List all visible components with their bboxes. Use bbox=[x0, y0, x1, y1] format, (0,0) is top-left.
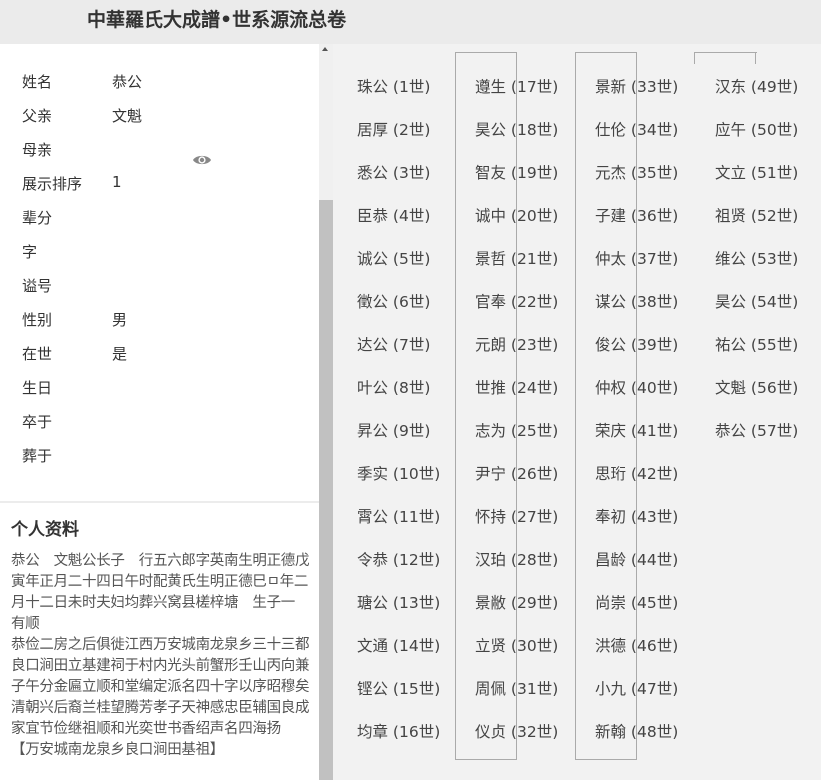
generation-link[interactable]: 叶公 (8世) bbox=[357, 376, 430, 398]
generation-link[interactable]: 官奉 (22世) bbox=[475, 290, 558, 312]
scroll-up-arrow-icon[interactable] bbox=[322, 47, 328, 51]
generation-link[interactable]: 仲太 (37世) bbox=[595, 247, 678, 269]
field-value: 恭公 bbox=[112, 73, 143, 91]
eye-icon[interactable] bbox=[192, 153, 212, 167]
generation-link[interactable]: 元朗 (23世) bbox=[475, 333, 558, 355]
field-label: 卒于 bbox=[22, 413, 53, 431]
generation-link[interactable]: 怀持 (27世) bbox=[475, 505, 558, 527]
generation-link[interactable]: 应午 (50世) bbox=[715, 118, 798, 140]
generation-link[interactable]: 思珩 (42世) bbox=[595, 462, 678, 484]
generation-link[interactable]: 小九 (47世) bbox=[595, 677, 678, 699]
generation-link[interactable]: 尹宁 (26世) bbox=[475, 462, 558, 484]
generation-link[interactable]: 文魁 (56世) bbox=[715, 376, 798, 398]
generation-link[interactable]: 祖贤 (52世) bbox=[715, 204, 798, 226]
field-label: 在世 bbox=[22, 345, 53, 363]
generation-link[interactable]: 仲权 (40世) bbox=[595, 376, 678, 398]
generation-link[interactable]: 景哲 (21世) bbox=[475, 247, 558, 269]
generation-link[interactable]: 珠公 (1世) bbox=[357, 75, 430, 97]
generation-link[interactable]: 昊公 (18世) bbox=[475, 118, 558, 140]
generation-link[interactable]: 臣恭 (4世) bbox=[357, 204, 430, 226]
generation-link[interactable]: 徵公 (6世) bbox=[357, 290, 430, 312]
generation-link[interactable]: 霄公 (11世) bbox=[357, 505, 440, 527]
field-label: 谥号 bbox=[22, 277, 53, 295]
generation-link[interactable]: 奉初 (43世) bbox=[595, 505, 678, 527]
field-label: 辈分 bbox=[22, 209, 53, 227]
generation-link[interactable]: 遵生 (17世) bbox=[475, 75, 558, 97]
generation-link[interactable]: 新翰 (48世) bbox=[595, 720, 678, 742]
field-label: 父亲 bbox=[22, 107, 53, 125]
generation-link[interactable]: 俊公 (39世) bbox=[595, 333, 678, 355]
generation-link[interactable]: 谋公 (38世) bbox=[595, 290, 678, 312]
generation-link[interactable]: 维公 (53世) bbox=[715, 247, 798, 269]
field-label: 字 bbox=[22, 243, 38, 261]
column-bracket-cap bbox=[694, 52, 756, 53]
field-label: 展示排序 bbox=[22, 175, 83, 193]
field-label: 姓名 bbox=[22, 73, 53, 91]
field-label: 母亲 bbox=[22, 141, 53, 159]
generation-link[interactable]: 季实 (10世) bbox=[357, 462, 440, 484]
generation-link[interactable]: 仕伦 (34世) bbox=[595, 118, 678, 140]
generation-link[interactable]: 均章 (16世) bbox=[357, 720, 440, 742]
generation-link[interactable]: 悉公 (3世) bbox=[357, 161, 430, 183]
generation-link[interactable]: 达公 (7世) bbox=[357, 333, 430, 355]
profile-section-title: 个人资料 bbox=[11, 520, 79, 540]
generation-link[interactable]: 汉东 (49世) bbox=[715, 75, 798, 97]
generation-link[interactable]: 瑭公 (13世) bbox=[357, 591, 440, 613]
generation-link[interactable]: 志为 (25世) bbox=[475, 419, 558, 441]
generation-link[interactable]: 昊公 (54世) bbox=[715, 290, 798, 312]
field-label: 葬于 bbox=[22, 447, 53, 465]
generation-link[interactable]: 立贤 (30世) bbox=[475, 634, 558, 656]
generation-link[interactable]: 景新 (33世) bbox=[595, 75, 678, 97]
generation-link[interactable]: 文通 (14世) bbox=[357, 634, 440, 656]
section-divider bbox=[0, 501, 319, 503]
generation-link[interactable]: 诚中 (20世) bbox=[475, 204, 558, 226]
generation-link[interactable]: 元杰 (35世) bbox=[595, 161, 678, 183]
generation-link[interactable]: 世推 (24世) bbox=[475, 376, 558, 398]
field-value: 是 bbox=[112, 345, 128, 363]
generation-link[interactable]: 景敝 (29世) bbox=[475, 591, 558, 613]
generation-link[interactable]: 智友 (19世) bbox=[475, 161, 558, 183]
profile-text: 恭公 文魁公长子 行五六郎字英南生明正德戊寅年正月二十四日午时配黄氏生明正德巳ㅁ… bbox=[11, 553, 310, 758]
generation-link[interactable]: 居厚 (2世) bbox=[357, 118, 430, 140]
generation-link[interactable]: 尚崇 (45世) bbox=[595, 591, 678, 613]
generation-link[interactable]: 昇公 (9世) bbox=[357, 419, 430, 441]
column-bracket-edge bbox=[694, 52, 695, 64]
field-value: 1 bbox=[112, 173, 122, 191]
generation-link[interactable]: 子建 (36世) bbox=[595, 204, 678, 226]
generation-link[interactable]: 铿公 (15世) bbox=[357, 677, 440, 699]
generation-link[interactable]: 令恭 (12世) bbox=[357, 548, 440, 570]
generation-link[interactable]: 诚公 (5世) bbox=[357, 247, 430, 269]
scrollbar-thumb[interactable] bbox=[319, 200, 333, 780]
generation-link[interactable]: 恭公 (57世) bbox=[715, 419, 798, 441]
column-bracket-edge bbox=[755, 52, 756, 64]
field-value: 文魁 bbox=[112, 107, 143, 125]
generation-link[interactable]: 仪贞 (32世) bbox=[475, 720, 558, 742]
generation-link[interactable]: 文立 (51世) bbox=[715, 161, 798, 183]
generation-link[interactable]: 汉珀 (28世) bbox=[475, 548, 558, 570]
field-label: 生日 bbox=[22, 379, 53, 397]
field-label: 性别 bbox=[22, 311, 53, 329]
field-value: 男 bbox=[112, 311, 128, 329]
generation-link[interactable]: 周佩 (31世) bbox=[475, 677, 558, 699]
page-title: 中華羅氏大成譜•世系源流总卷 bbox=[87, 9, 347, 31]
header-bar: 中華羅氏大成譜•世系源流总卷 bbox=[0, 0, 821, 44]
generation-link[interactable]: 祐公 (55世) bbox=[715, 333, 798, 355]
generation-link[interactable]: 荣庆 (41世) bbox=[595, 419, 678, 441]
generation-link[interactable]: 昌龄 (44世) bbox=[595, 548, 678, 570]
generation-link[interactable]: 洪德 (46世) bbox=[595, 634, 678, 656]
